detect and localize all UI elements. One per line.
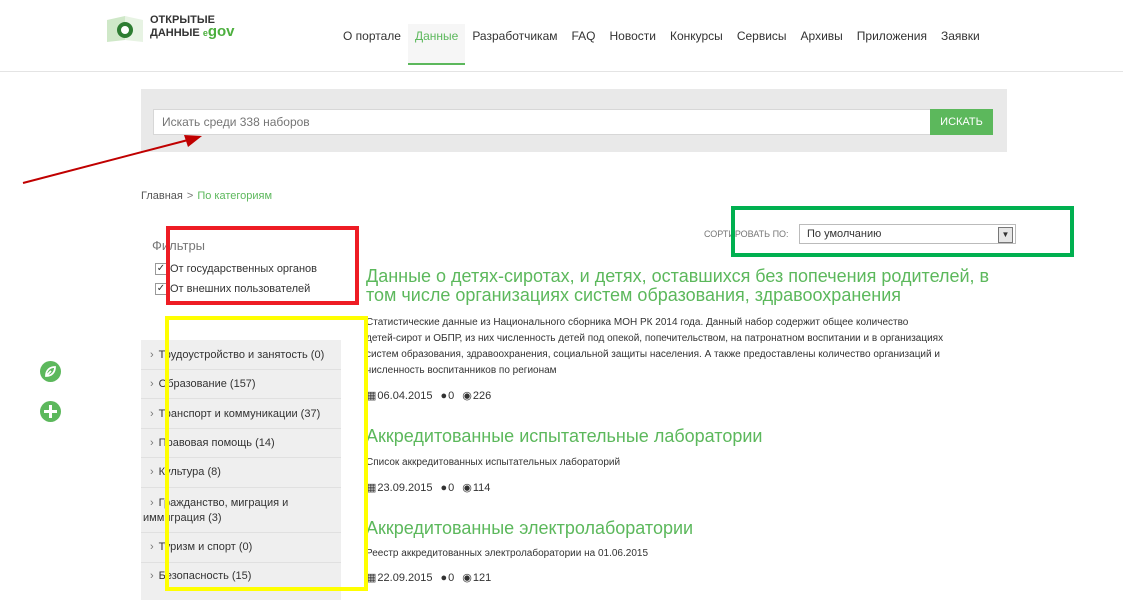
chevron-right-icon: › — [150, 466, 154, 478]
dataset-title[interactable]: Данные о детях-сиротах, и детях, оставши… — [366, 267, 989, 305]
logo-line2: ДАННЫЕ — [150, 27, 200, 39]
comments-icon: ● — [440, 481, 448, 494]
dataset-meta: ▦ 06.04.2015 ● 0 ◉ 226 — [366, 389, 492, 403]
nav-faq[interactable]: FAQ — [565, 24, 603, 65]
nav-requests[interactable]: Заявки — [934, 24, 987, 65]
dataset-title[interactable]: Аккредитованные испытательные лаборатори… — [366, 427, 762, 446]
nav-developers[interactable]: Разработчикам — [465, 24, 564, 65]
chevron-right-icon: › — [150, 408, 154, 420]
dataset-description: Статистические данные из Национального с… — [366, 317, 944, 376]
main-nav: О портале Данные Разработчикам FAQ Новос… — [336, 24, 987, 65]
breadcrumb-separator: > — [186, 190, 194, 202]
logo-text[interactable]: ОТКРЫТЫЕ ДАННЫЕ egov — [150, 14, 235, 39]
breadcrumb-current[interactable]: По категориям — [197, 190, 272, 202]
header-divider — [0, 71, 1123, 72]
leaf-icon[interactable] — [40, 361, 61, 382]
annotation-box-green — [731, 206, 1074, 257]
dataset-meta: ▦ 23.09.2015 ● 0 ◉ 114 — [366, 481, 491, 495]
nav-archives[interactable]: Архивы — [794, 24, 850, 65]
annotation-box-yellow — [165, 316, 368, 591]
plus-icon[interactable] — [40, 401, 61, 422]
nav-news[interactable]: Новости — [603, 24, 663, 65]
chevron-right-icon: › — [150, 497, 154, 509]
dataset-description: Список аккредитованных испытательных лаб… — [366, 457, 621, 468]
chevron-right-icon: › — [150, 570, 154, 582]
eye-icon: ◉ — [462, 482, 472, 494]
search-button[interactable]: ИСКАТЬ — [930, 109, 993, 135]
chevron-right-icon: › — [150, 349, 154, 361]
comments-icon: ● — [440, 389, 448, 402]
chevron-right-icon: › — [150, 541, 154, 553]
breadcrumb: Главная > По категориям — [141, 190, 272, 202]
logo-icon[interactable] — [103, 14, 147, 44]
nav-data[interactable]: Данные — [407, 24, 466, 65]
nav-contests[interactable]: Конкурсы — [663, 24, 730, 65]
chevron-right-icon: › — [150, 378, 154, 390]
nav-about[interactable]: О портале — [336, 24, 408, 65]
dataset-title[interactable]: Аккредитованные электролаборатории — [366, 519, 693, 538]
comments-icon: ● — [440, 571, 448, 584]
dataset-meta: ▦ 22.09.2015 ● 0 ◉ 121 — [366, 571, 492, 585]
nav-apps[interactable]: Приложения — [850, 24, 934, 65]
logo-gov: gov — [207, 23, 235, 40]
search-input[interactable] — [153, 109, 931, 135]
eye-icon: ◉ — [462, 390, 472, 402]
dataset-description: Реестр аккредитованных электролаборатори… — [366, 548, 649, 559]
annotation-arrow — [22, 135, 202, 184]
annotation-box-red — [166, 226, 359, 305]
chevron-right-icon: › — [150, 437, 154, 449]
eye-icon: ◉ — [462, 572, 472, 584]
breadcrumb-home[interactable]: Главная — [141, 190, 183, 202]
nav-services[interactable]: Сервисы — [730, 24, 794, 65]
